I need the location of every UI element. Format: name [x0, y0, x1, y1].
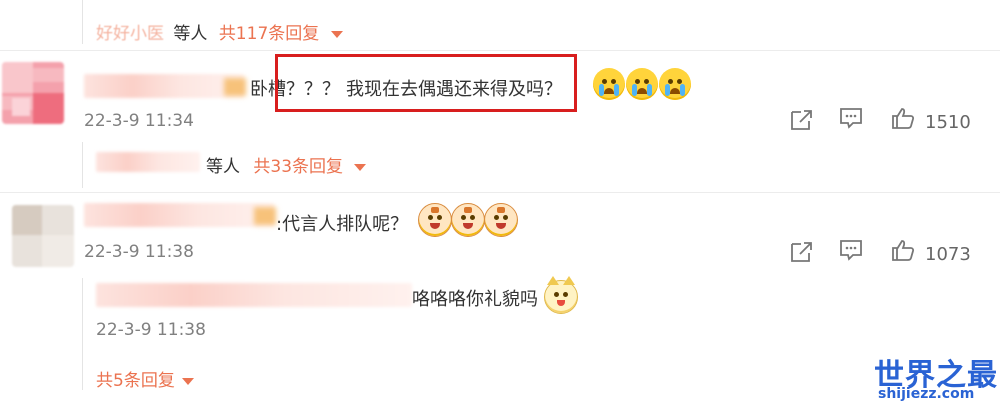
comment-text-2: :代言人排队呢？ [276, 214, 409, 235]
comment-date: 22-3-9 11:34 [84, 111, 194, 131]
divider [0, 192, 1000, 193]
subreply-summary[interactable]: 共5条回复 [96, 366, 195, 391]
reply-others-label: 等人 [173, 24, 208, 44]
like-count: 1073 [925, 244, 971, 265]
user-name-blurred[interactable] [84, 74, 244, 98]
comment-icon[interactable] [838, 238, 864, 262]
tiger-emoji-icon [484, 203, 518, 237]
like-count: 1510 [925, 112, 971, 133]
reply-user-name[interactable]: 好好小医 [96, 24, 164, 44]
user-name-blurred[interactable] [84, 203, 274, 227]
comment-icon[interactable] [838, 106, 864, 130]
chevron-down-icon[interactable] [354, 163, 367, 171]
reply-others-label: 等人 [206, 157, 240, 177]
reply-count-link[interactable]: 共33条回复 [253, 157, 343, 177]
crying-emoji-icon [593, 68, 625, 100]
user-name-blurred[interactable] [96, 283, 412, 307]
thumbs-up-icon[interactable] [890, 238, 916, 262]
chevron-down-icon[interactable] [182, 377, 195, 385]
share-icon[interactable] [789, 108, 815, 132]
crying-emoji-icon [626, 68, 658, 100]
reply-count-link[interactable]: 共117条回复 [219, 24, 319, 44]
comment-date: 22-3-9 11:38 [84, 242, 194, 262]
subreply-date: 22-3-9 11:38 [96, 320, 206, 340]
reply-summary-2[interactable]: 等人 共33条回复 [206, 152, 367, 177]
reply-count-link[interactable]: 共5条回复 [96, 371, 175, 391]
thread-line [82, 142, 83, 188]
chevron-down-icon[interactable] [330, 30, 343, 38]
reply-summary-1[interactable]: 好好小医 等人 共117条回复 [96, 19, 343, 44]
cat-emoji-icon [544, 276, 578, 314]
avatar[interactable] [2, 62, 64, 124]
divider [0, 50, 1000, 51]
thread-line [82, 278, 83, 390]
avatar[interactable] [12, 205, 74, 267]
subreply-text: 咯咯咯你礼貌吗 [412, 289, 538, 310]
tiger-emoji-icon [451, 203, 485, 237]
highlight-box [275, 54, 577, 112]
thumbs-up-icon[interactable] [890, 106, 916, 130]
thread-line [82, 0, 83, 44]
share-icon[interactable] [789, 240, 815, 264]
crying-emoji-icon [659, 68, 691, 100]
watermark-url: shijiezz.com [878, 386, 975, 402]
reply-user-name-blurred[interactable] [96, 152, 200, 172]
tiger-emoji-icon [418, 203, 452, 237]
